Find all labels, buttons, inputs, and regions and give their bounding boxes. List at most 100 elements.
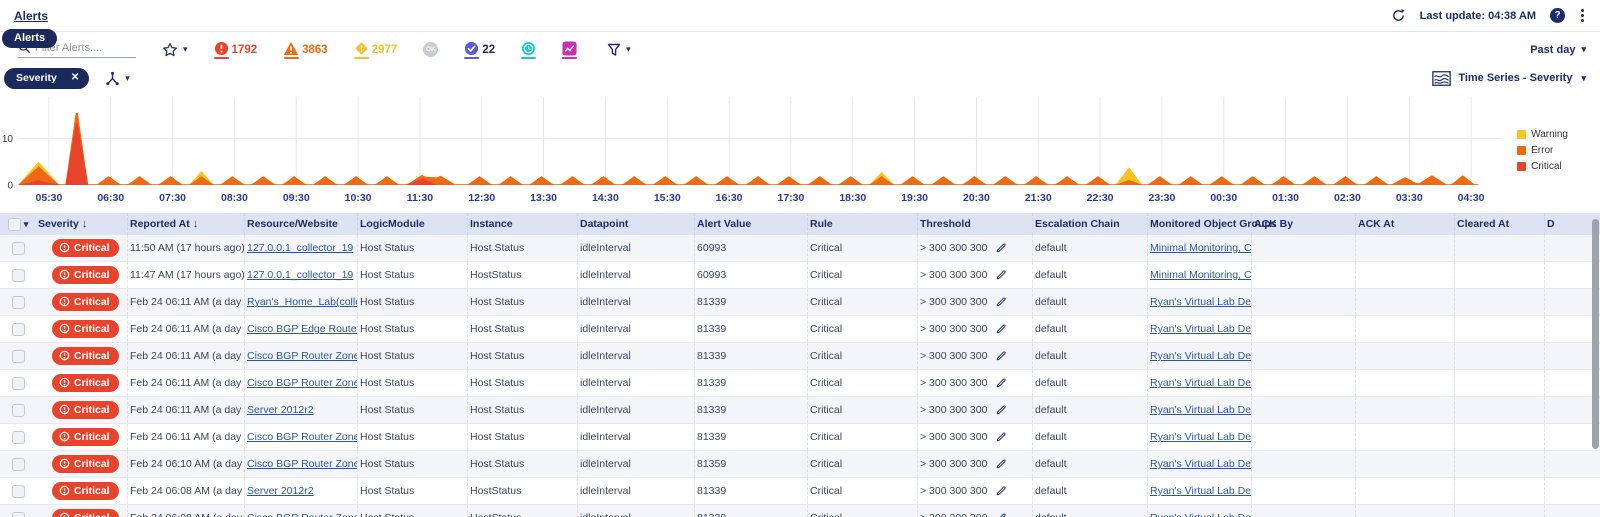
cell-resource: Ryan's_Home_Lab(collect... <box>245 289 358 315</box>
cell-resource: Server 2012r2 <box>245 478 358 504</box>
cell-d <box>1545 505 1600 517</box>
cell-resource: Server 2012r2 <box>245 397 358 423</box>
row-checkbox[interactable] <box>11 322 25 336</box>
row-checkbox[interactable] <box>11 403 25 417</box>
legend-swatch <box>1517 130 1527 139</box>
monitored-groups-link[interactable]: Ryan's Virtual Lab Devices... <box>1150 296 1251 308</box>
resource-link[interactable]: Server 2012r2 <box>247 404 314 416</box>
resource-link[interactable]: 127.0.0.1_collector_19 <box>247 242 353 254</box>
edit-threshold-icon[interactable] <box>995 512 1007 517</box>
row-checkbox[interactable] <box>11 484 25 498</box>
monitored-groups-link[interactable]: Minimal Monitoring, Colle... <box>1150 269 1251 281</box>
cell-instance: Host Status <box>468 343 578 369</box>
resource-link[interactable]: Cisco BGP Edge Router Z... <box>247 323 357 335</box>
resource-link[interactable]: Cisco BGP Router Zone 5 <box>247 431 357 443</box>
cell-severity: Critical <box>36 289 128 315</box>
cell-escalation: default <box>1033 424 1148 450</box>
cell-rule: Critical <box>808 316 918 342</box>
monitored-groups-link[interactable]: Ryan's Virtual Lab Devices <box>1150 458 1251 470</box>
error-count-filter[interactable]: 3863 <box>283 41 328 59</box>
cell-datapoint: idleInterval <box>578 343 695 369</box>
cell-severity: Critical <box>36 478 128 504</box>
threshold-value: > 300 300 300 <box>920 296 988 308</box>
legend-label: Warning <box>1531 129 1568 140</box>
monitored-groups-link[interactable]: Ryan's Virtual Lab Devices <box>1150 512 1251 517</box>
cell-select <box>0 316 36 342</box>
groupby-button[interactable]: ▾ <box>105 71 130 86</box>
row-checkbox[interactable] <box>11 457 25 471</box>
help-icon[interactable]: ? <box>1550 8 1565 23</box>
monitored-groups-link[interactable]: Ryan's Virtual Lab Devices <box>1150 323 1251 335</box>
cell-reported: 11:50 AM (17 hours ago) <box>128 235 245 261</box>
cleared-filter[interactable]: OK <box>423 42 439 57</box>
row-checkbox[interactable] <box>11 268 25 282</box>
vertical-scrollbar[interactable] <box>1592 219 1599 449</box>
threshold-value: > 300 300 300 <box>920 242 988 254</box>
header-select[interactable]: ▾ <box>0 213 36 235</box>
edit-threshold-icon[interactable] <box>995 485 1007 497</box>
edit-threshold-icon[interactable] <box>995 269 1007 281</box>
cell-groups: Ryan's Virtual Lab Devices <box>1148 505 1252 517</box>
saved-filters-button[interactable]: ▾ <box>162 42 188 58</box>
row-checkbox[interactable] <box>11 349 25 363</box>
monitored-groups-link[interactable]: Ryan's Virtual Lab Devices <box>1150 431 1251 443</box>
severity-badge: Critical <box>52 455 119 473</box>
cell-cleared_at <box>1455 451 1545 477</box>
select-all-checkbox[interactable] <box>7 217 21 231</box>
cell-groups: Ryan's Virtual Lab Devices <box>1148 424 1252 450</box>
edit-threshold-icon[interactable] <box>995 377 1007 389</box>
edit-threshold-icon[interactable] <box>995 296 1007 308</box>
refresh-icon[interactable] <box>1391 8 1406 23</box>
edit-threshold-icon[interactable] <box>995 350 1007 362</box>
header-resource: Resource/Website <box>245 213 358 235</box>
edit-threshold-icon[interactable] <box>995 323 1007 335</box>
monitored-groups-link[interactable]: Ryan's Virtual Lab Devices... <box>1150 485 1251 497</box>
row-checkbox[interactable] <box>11 295 25 309</box>
edit-threshold-icon[interactable] <box>995 458 1007 470</box>
cell-logicmodule: Host Status <box>358 505 468 517</box>
warning-count-filter[interactable]: 2977 <box>353 41 397 59</box>
monitored-groups-link[interactable]: Minimal Monitoring, Colle... <box>1150 242 1251 254</box>
svg-text:09:30: 09:30 <box>283 192 310 204</box>
header-severity[interactable]: Severity ↓ <box>36 213 128 235</box>
severity-badge: Critical <box>52 428 119 446</box>
cell-datapoint: idleInterval <box>578 451 695 477</box>
close-icon[interactable]: ✕ <box>71 72 79 83</box>
sdt-filter[interactable] <box>521 41 537 59</box>
star-icon <box>162 42 178 58</box>
advanced-filter-button[interactable]: ▾ <box>607 43 631 57</box>
monitored-groups-link[interactable]: Ryan's Virtual Lab Devices <box>1150 350 1251 362</box>
monitored-groups-link[interactable]: Ryan's Virtual Lab Devices <box>1150 377 1251 389</box>
resource-link[interactable]: Ryan's_Home_Lab(collect... <box>247 296 357 308</box>
resource-link[interactable]: Server 2012r2 <box>247 485 314 497</box>
acked-count-filter[interactable]: 22 <box>464 41 495 59</box>
resource-link[interactable]: Cisco BGP Router Zone 7 <box>247 377 357 389</box>
row-checkbox[interactable] <box>11 241 25 255</box>
severity-chip[interactable]: Severity ✕ <box>4 67 90 89</box>
resource-link[interactable]: Cisco BGP Router Zone 3 <box>247 350 357 362</box>
edit-threshold-icon[interactable] <box>995 404 1007 416</box>
resource-link[interactable]: 127.0.0.1_collector_19 <box>247 269 353 281</box>
cell-groups: Ryan's Virtual Lab Devices <box>1148 316 1252 342</box>
svg-text:10:30: 10:30 <box>345 192 372 204</box>
resource-link[interactable]: Cisco BGP Router Zone 3 <box>247 512 357 517</box>
edit-threshold-icon[interactable] <box>995 431 1007 443</box>
anomaly-filter[interactable] <box>562 40 578 59</box>
breadcrumb-alerts[interactable]: Alerts <box>14 9 48 23</box>
edit-threshold-icon[interactable] <box>995 242 1007 254</box>
row-checkbox[interactable] <box>11 511 25 517</box>
svg-text:10: 10 <box>2 134 14 145</box>
row-checkbox[interactable] <box>11 376 25 390</box>
time-range-select[interactable]: Past day ▾ <box>1530 44 1586 56</box>
monitored-groups-link[interactable]: Ryan's Virtual Lab Devices... <box>1150 404 1251 416</box>
tab-alerts[interactable]: Alerts <box>2 29 58 48</box>
cleared-ok-icon: OK <box>423 42 439 57</box>
resource-link[interactable]: Cisco BGP Router Zone 2 <box>247 458 357 470</box>
chart-view-select[interactable]: Time Series - Severity ▾ <box>1432 70 1586 86</box>
row-checkbox[interactable] <box>11 430 25 444</box>
kebab-menu-icon[interactable] <box>1579 7 1586 24</box>
cell-cleared_at <box>1455 289 1545 315</box>
svg-text:02:30: 02:30 <box>1334 192 1361 204</box>
critical-count-filter[interactable]: 1792 <box>213 41 257 59</box>
header-reported[interactable]: Reported At ↓ <box>128 213 245 235</box>
